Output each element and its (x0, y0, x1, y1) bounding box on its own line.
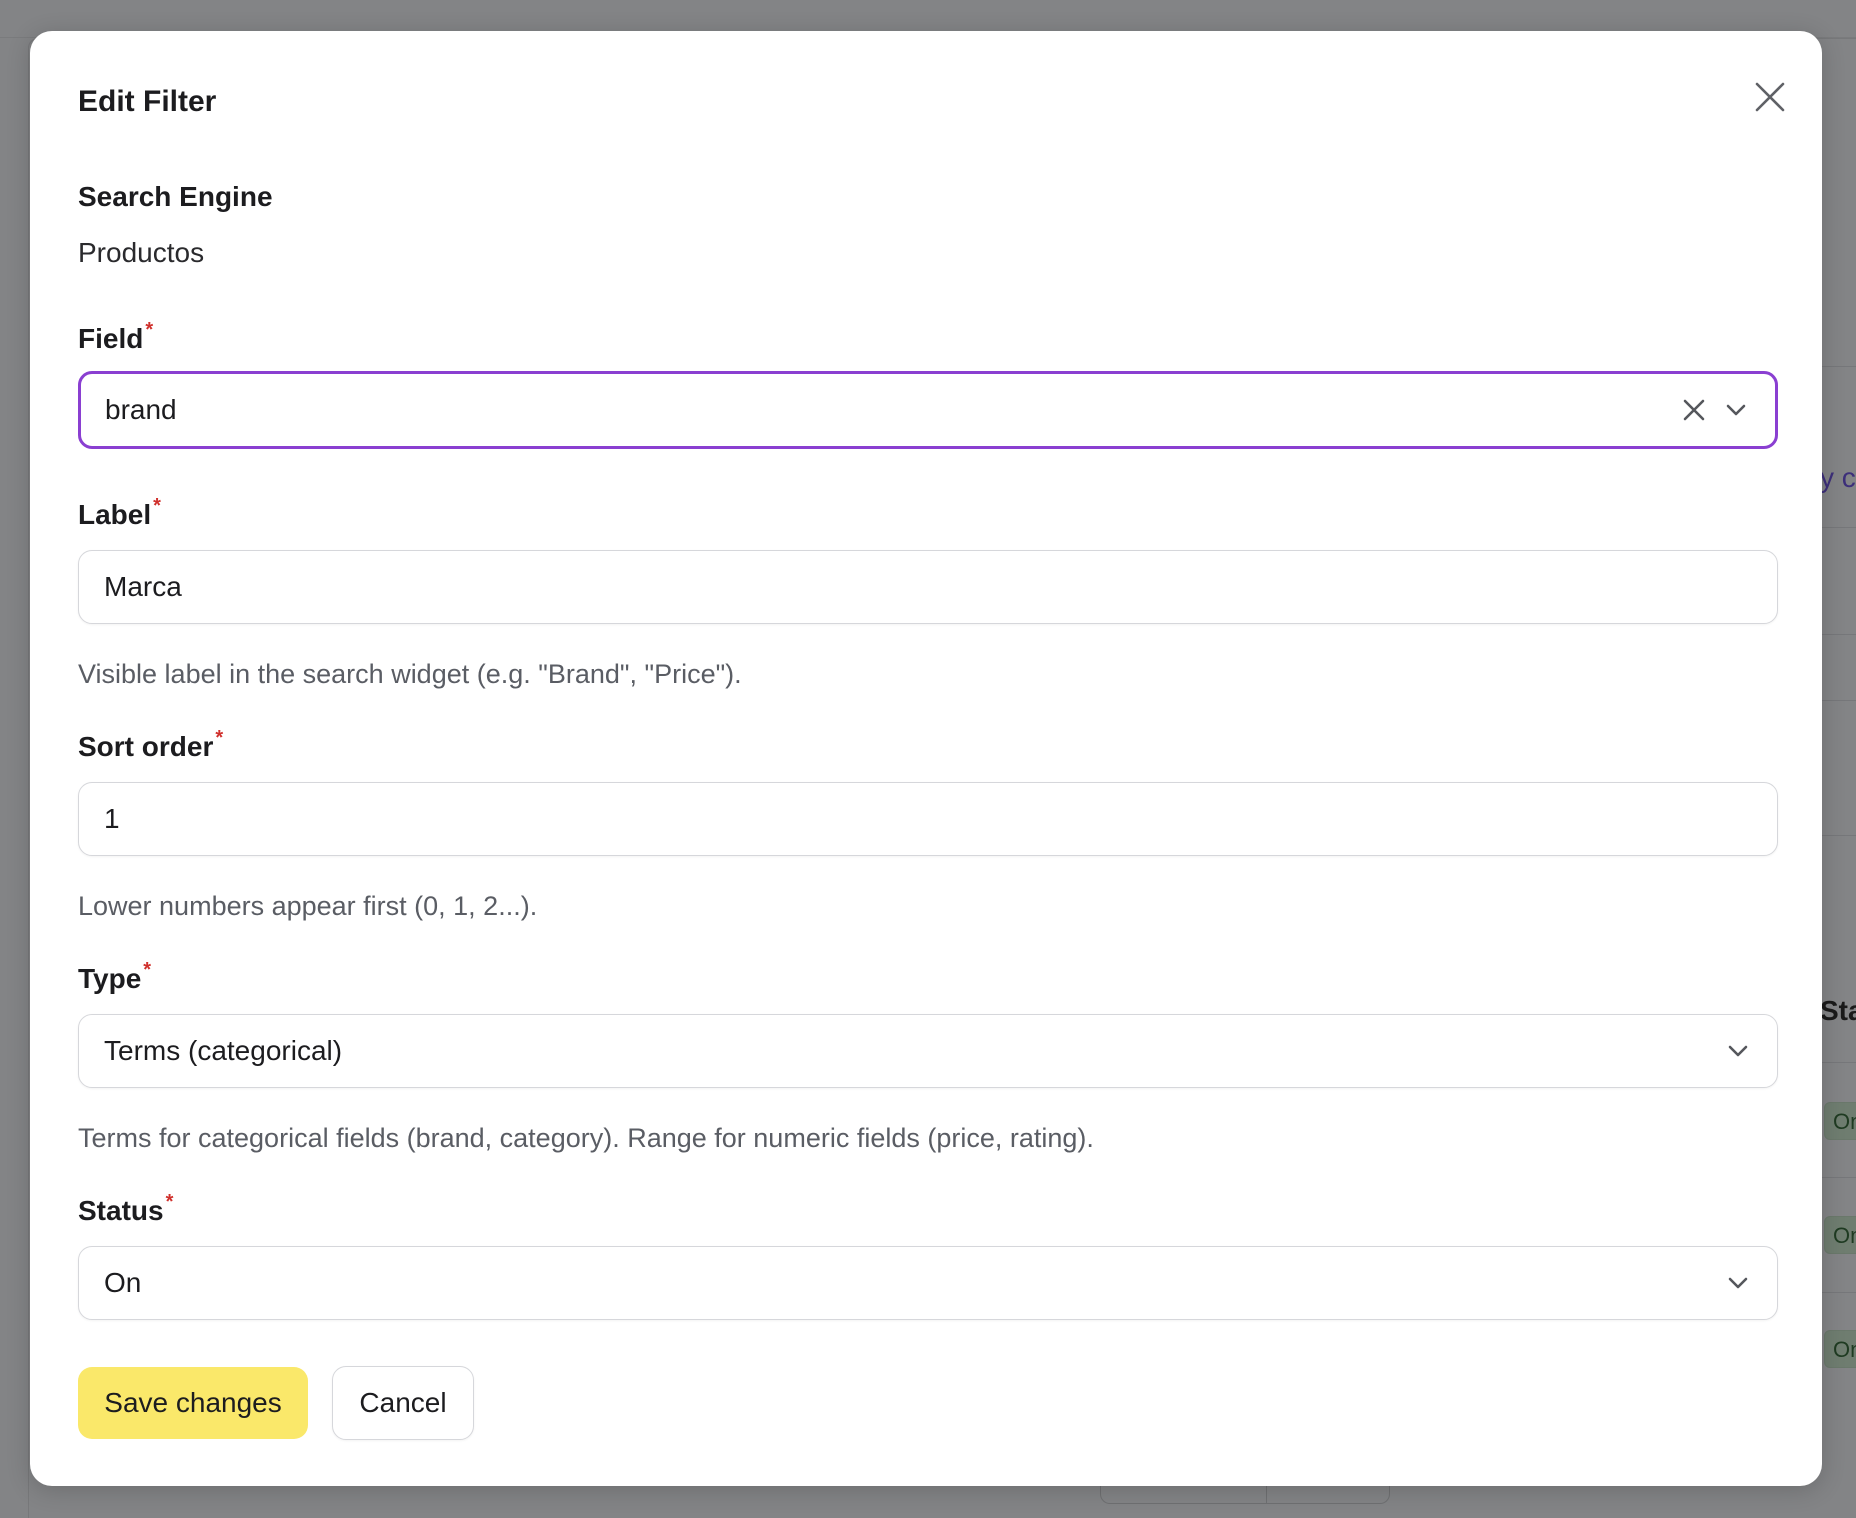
background-divider (1820, 835, 1856, 836)
background-divider (1820, 634, 1856, 635)
required-asterisk: * (153, 495, 161, 517)
required-asterisk: * (165, 1191, 174, 1213)
field-select-value: brand (105, 394, 177, 425)
field-label-text: Field (78, 323, 144, 354)
type-dropdown-toggle[interactable] (1717, 1030, 1759, 1072)
close-modal-button[interactable] (1742, 69, 1798, 125)
background-status-badge: On (1824, 1216, 1856, 1254)
background-divider (1820, 1292, 1856, 1293)
close-icon (1755, 82, 1785, 112)
background-divider (1820, 700, 1856, 701)
type-select-value: Terms (categorical) (104, 1035, 343, 1066)
clear-field-button[interactable] (1673, 389, 1715, 431)
required-asterisk: * (215, 727, 224, 749)
field-select[interactable]: brand (78, 371, 1778, 449)
type-label-text: Type (78, 963, 142, 994)
sort-order-label-text: Sort order (78, 731, 214, 762)
label-field-label: Label * (78, 495, 161, 531)
sort-order-label: Sort order * (78, 727, 223, 763)
chevron-down-icon (1728, 1277, 1748, 1289)
close-icon (1683, 399, 1705, 421)
background-divider (1820, 1177, 1856, 1178)
background-link-fragment: y c (1820, 462, 1856, 493)
search-engine-value: Productos (78, 237, 205, 268)
required-asterisk: * (143, 959, 152, 981)
label-help-text: Visible label in the search widget (e.g.… (78, 659, 742, 689)
field-label: Field * (78, 319, 153, 355)
required-asterisk: * (145, 319, 154, 341)
status-select-value: On (104, 1267, 142, 1298)
status-label: Status * (78, 1191, 173, 1227)
status-label-text: Status (78, 1195, 164, 1226)
type-select[interactable]: Terms (categorical) (78, 1014, 1778, 1088)
field-dropdown-toggle[interactable] (1715, 389, 1757, 431)
background-status-badge: On (1824, 1330, 1856, 1368)
background-divider (1820, 366, 1856, 367)
label-input[interactable]: Marca (78, 550, 1778, 624)
label-input-value: Marca (104, 571, 182, 602)
background-divider (1820, 1062, 1856, 1063)
chevron-down-icon (1728, 1045, 1748, 1057)
sort-order-input-value: 1 (104, 803, 120, 834)
sort-order-help-text: Lower numbers appear first (0, 1, 2...). (78, 891, 538, 921)
type-help-text: Terms for categorical fields (brand, cat… (78, 1123, 1094, 1153)
search-engine-label: Search Engine (78, 181, 273, 212)
status-select[interactable]: On (78, 1246, 1778, 1320)
background-divider (1820, 527, 1856, 528)
cancel-button[interactable]: Cancel (332, 1366, 474, 1440)
save-changes-button[interactable]: Save changes (78, 1367, 308, 1439)
label-field-label-text: Label (78, 499, 152, 530)
type-label: Type * (78, 959, 151, 995)
chevron-down-icon (1726, 404, 1746, 416)
background-column-header: Sta (1820, 995, 1856, 1026)
modal-title: Edit Filter (78, 85, 217, 118)
background-status-badge: On (1824, 1102, 1856, 1140)
status-dropdown-toggle[interactable] (1717, 1262, 1759, 1304)
sort-order-input[interactable]: 1 (78, 782, 1778, 856)
edit-filter-modal: Edit Filter Search Engine Productos Fiel… (30, 31, 1822, 1486)
